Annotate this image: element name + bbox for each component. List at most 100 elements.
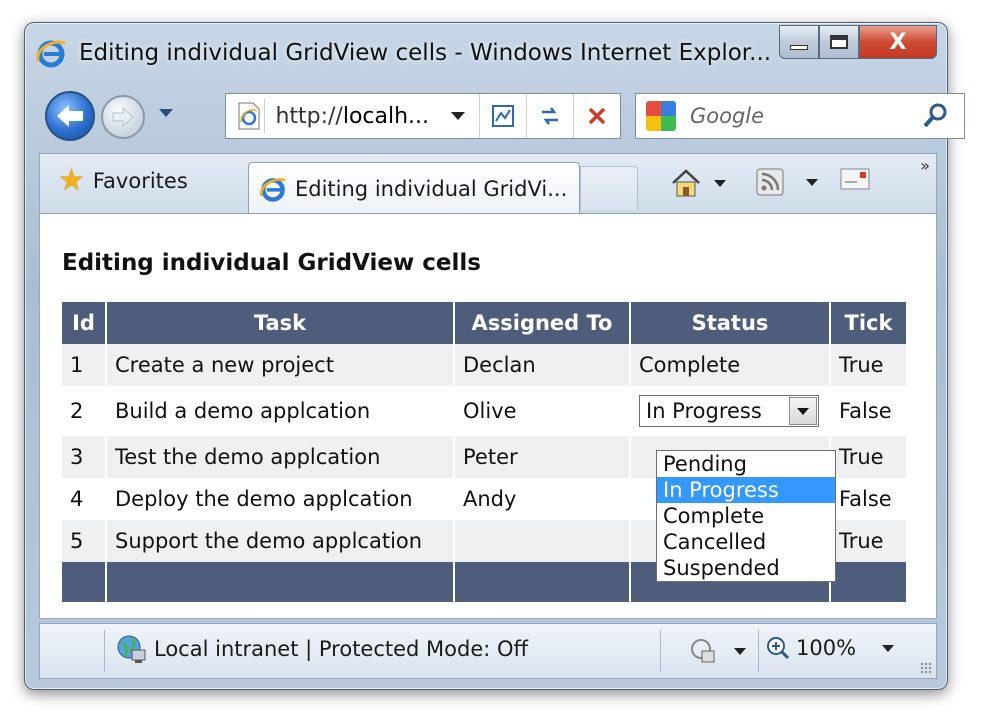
status-option-in-progress[interactable]: In Progress [657,477,835,503]
rss-feed-icon [756,168,784,196]
zoom-control[interactable]: 100% [766,636,895,660]
back-arrow-icon [57,105,83,127]
status-select-value: In Progress [646,399,762,423]
feeds-dropdown-icon[interactable] [806,178,818,186]
security-zone[interactable]: Local intranet | Protected Mode: Off [116,634,528,664]
mail-button[interactable] [840,168,870,190]
address-bar[interactable]: http://localh... [225,93,621,139]
column-header-assigned-to[interactable]: Assigned To [454,302,631,344]
back-button[interactable] [45,91,95,141]
status-separator [104,630,105,672]
cell-id: 1 [62,344,107,386]
stop-icon [588,107,606,125]
resize-grip-icon[interactable] [920,662,932,674]
google-logo-icon [646,101,676,131]
compatibility-icon [491,105,514,127]
cell-tick[interactable]: True [830,520,906,562]
page-title: Editing individual GridView cells [62,250,481,276]
status-select-arrow-icon[interactable] [789,397,817,425]
zoom-level: 100% [796,636,857,660]
home-button[interactable] [670,168,726,198]
search-input[interactable]: Google [690,104,920,128]
cell-status: In Progress [630,386,831,436]
favorites-label: Favorites [92,169,188,193]
ie-tab-icon [260,177,286,202]
favorites-button[interactable]: ★ Favorites [58,166,188,196]
navigation-bar: http://localh... Google [43,87,965,143]
status-option-cancelled[interactable]: Cancelled [657,529,835,555]
zone-text: Local intranet | Protected Mode: Off [154,637,529,661]
page-content: Editing individual GridView cells Id Tas… [39,213,937,619]
address-dropdown-icon[interactable] [450,112,465,120]
cell-task[interactable]: Deploy the demo applcation [106,478,455,520]
window-controls: X [779,25,937,59]
zoom-dropdown-icon[interactable] [882,644,895,652]
forward-button[interactable] [101,95,145,139]
protected-mode-icon [691,639,715,663]
status-select[interactable]: In Progress [639,395,819,427]
cell-tick[interactable]: True [830,436,906,478]
home-dropdown-icon[interactable] [714,179,726,187]
close-icon: X [889,29,907,55]
status-separator [758,630,759,672]
status-option-pending[interactable]: Pending [657,451,835,477]
footer-cell [106,562,455,602]
footer-cell [830,562,906,602]
status-dropdown-list: Pending In Progress Complete Cancelled S… [656,450,836,582]
footer-cell [62,562,107,602]
window-title: Editing individual GridView cells - Wind… [79,40,772,66]
intranet-globe-icon [117,635,146,663]
table-row[interactable]: 1 Create a new project Declan Complete T… [62,344,906,386]
protected-mode-dropdown-icon[interactable] [734,647,746,655]
maximize-button[interactable] [819,25,859,59]
cell-tick[interactable]: True [830,344,906,386]
cell-assigned-to[interactable]: Declan [454,344,631,386]
status-option-suspended[interactable]: Suspended [657,555,835,581]
zoom-icon [767,637,790,660]
minimize-button[interactable] [779,25,819,59]
column-header-task[interactable]: Task [106,302,455,344]
refresh-button[interactable] [525,94,573,138]
refresh-icon [541,107,558,125]
recent-pages-dropdown[interactable] [159,109,173,117]
cell-tick[interactable]: False [830,386,906,436]
status-option-complete[interactable]: Complete [657,503,835,529]
cell-task[interactable]: Create a new project [106,344,455,386]
cell-assigned-to[interactable]: Peter [454,436,631,478]
table-row-editing[interactable]: 2 Build a demo applcation Olive In Progr… [62,386,906,436]
ie-logo-icon [35,37,67,69]
cell-id: 5 [62,520,107,562]
cell-task[interactable]: Support the demo applcation [106,520,455,562]
address-input[interactable]: http://localh... [275,104,432,129]
cell-status[interactable]: Complete [630,344,831,386]
status-bar: Local intranet | Protected Mode: Off 100… [39,623,937,679]
cell-assigned-to[interactable]: Olive [454,386,631,436]
search-icon[interactable] [920,101,950,131]
feeds-button[interactable] [756,168,818,196]
compatibility-view-button[interactable] [478,94,526,138]
column-header-status[interactable]: Status [630,302,831,344]
cell-task[interactable]: Test the demo applcation [106,436,455,478]
tab-active[interactable]: Editing individual GridVi... [248,162,580,214]
browser-window: Editing individual GridView cells - Wind… [24,22,965,690]
stop-button[interactable] [572,94,620,138]
protected-mode-button[interactable] [690,638,746,664]
star-icon: ★ [58,163,85,198]
overflow-chevron-icon[interactable]: » [920,156,930,175]
new-tab-button[interactable] [580,166,638,210]
cell-assigned-to[interactable]: Andy [454,478,631,520]
mail-icon [840,168,870,190]
tab-label: Editing individual GridVi... [295,176,568,201]
cell-task[interactable]: Build a demo applcation [106,386,455,436]
close-button[interactable]: X [859,25,937,59]
minimize-icon [790,44,808,50]
address-host: localh... [342,103,430,129]
status-separator [660,630,661,672]
cell-assigned-to[interactable] [454,520,631,562]
column-header-tick[interactable]: Tick [830,302,906,344]
cell-id: 4 [62,478,107,520]
maximize-icon [830,35,848,49]
cell-tick[interactable]: False [830,478,906,520]
search-box[interactable]: Google [635,93,965,139]
column-header-id[interactable]: Id [62,302,107,344]
